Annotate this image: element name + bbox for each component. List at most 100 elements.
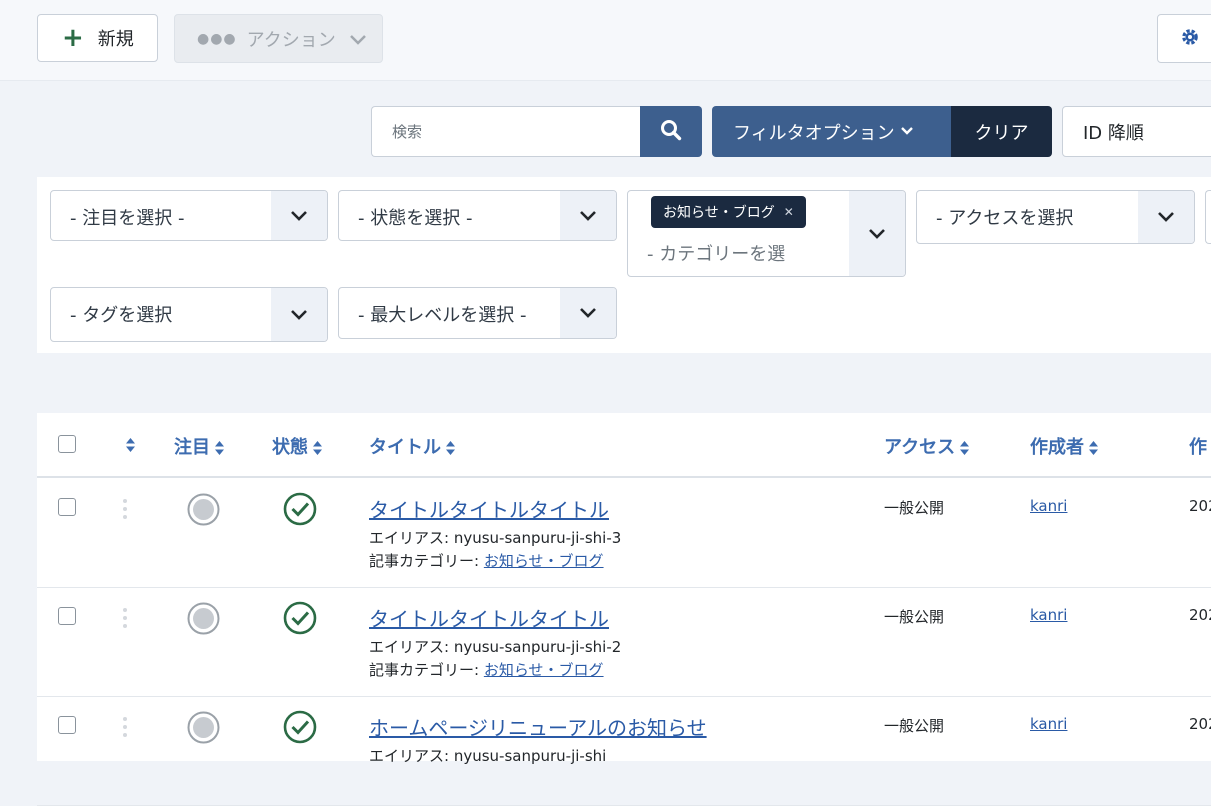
access-value: 一般公開 bbox=[884, 608, 945, 626]
status-filter-select[interactable]: - 状態を選択 - bbox=[338, 190, 617, 241]
search-button[interactable] bbox=[640, 106, 702, 157]
max-level-filter-value: - 最大レベルを選択 - bbox=[358, 305, 527, 326]
clear-label: クリア bbox=[974, 122, 1029, 144]
select-all-checkbox[interactable] bbox=[58, 435, 76, 453]
access-header-label: アクセス bbox=[884, 437, 956, 458]
row-checkbox[interactable] bbox=[58, 498, 76, 516]
status-header-label: 状態 bbox=[272, 437, 308, 458]
featured-sort-header[interactable]: 注目 bbox=[174, 433, 225, 459]
tag-filter-select[interactable]: - タグを選択 bbox=[50, 287, 328, 342]
created-date: 202 bbox=[1189, 715, 1211, 733]
category-chip-label: お知らせ・ブログ bbox=[663, 205, 775, 221]
close-icon[interactable]: ✕ bbox=[784, 205, 794, 219]
gear-icon bbox=[1180, 27, 1200, 51]
row-checkbox[interactable] bbox=[58, 716, 76, 734]
featured-filter-select[interactable]: - 注目を選択 - bbox=[50, 190, 328, 241]
alias-value: nyusu-sanpuru-ji-shi-3 bbox=[453, 529, 622, 547]
created-date: 202 bbox=[1189, 606, 1211, 624]
plus-icon: + bbox=[62, 23, 84, 53]
chevron-down-icon bbox=[849, 191, 905, 276]
author-sort-header[interactable]: 作成者 bbox=[1030, 433, 1099, 459]
access-value: 一般公開 bbox=[884, 499, 945, 517]
new-button[interactable]: + 新規 bbox=[37, 14, 158, 62]
sort-icon bbox=[1089, 441, 1098, 455]
article-title-link[interactable]: タイトルタイトルタイトル bbox=[369, 494, 609, 523]
articles-table: 注目 状態 タイトル アクセス 作成者 作 タイトルタイトルタイトル エイリアス… bbox=[37, 413, 1211, 806]
new-button-label: 新規 bbox=[97, 29, 134, 50]
category-search-placeholder[interactable]: - カテゴリーを選 bbox=[647, 240, 785, 266]
access-filter-value: - アクセスを選択 bbox=[936, 208, 1074, 229]
article-title-link[interactable]: ホームページリニューアルのお知らせ bbox=[369, 712, 707, 741]
author-header-label: 作成者 bbox=[1030, 437, 1084, 458]
chevron-down-icon bbox=[271, 288, 327, 341]
published-check-icon[interactable] bbox=[283, 710, 317, 744]
search-icon bbox=[660, 119, 682, 145]
alias-label: エイリアス: bbox=[369, 638, 450, 656]
author-link[interactable]: kanri bbox=[1030, 715, 1067, 733]
sort-icon bbox=[313, 441, 322, 455]
category-chip: お知らせ・ブログ ✕ bbox=[651, 196, 806, 228]
actions-dropdown[interactable]: ●●● アクション bbox=[174, 14, 383, 63]
row-checkbox[interactable] bbox=[58, 607, 76, 625]
access-sort-header[interactable]: アクセス bbox=[884, 433, 970, 459]
sort-select[interactable]: ID 降順 bbox=[1062, 106, 1211, 157]
unfeatured-toggle-icon[interactable] bbox=[187, 493, 220, 526]
published-check-icon[interactable] bbox=[283, 492, 317, 526]
article-category: 記事カテゴリー: お知らせ・ブログ bbox=[369, 550, 604, 571]
unfeatured-toggle-icon[interactable] bbox=[187, 711, 220, 744]
unfeatured-toggle-icon[interactable] bbox=[187, 602, 220, 635]
drag-handle-icon[interactable] bbox=[123, 499, 127, 519]
actions-label: アクション bbox=[246, 29, 336, 51]
table-row: ホームページリニューアルのお知らせ エイリアス: nyusu-sanpuru-j… bbox=[37, 696, 1211, 806]
language-filter-select[interactable] bbox=[1205, 190, 1211, 244]
created-sort-header[interactable]: 作 bbox=[1189, 433, 1207, 459]
author-link[interactable]: kanri bbox=[1030, 497, 1067, 515]
toolbar: + 新規 ●●● アクション bbox=[0, 0, 1211, 81]
category-label: 記事カテゴリー: bbox=[369, 661, 480, 679]
sort-icon bbox=[126, 438, 135, 452]
author-link[interactable]: kanri bbox=[1030, 606, 1067, 624]
category-link[interactable]: お知らせ・ブログ bbox=[484, 661, 604, 679]
created-header-label: 作 bbox=[1189, 437, 1207, 458]
ordering-sort-header[interactable] bbox=[121, 434, 136, 455]
drag-handle-icon[interactable] bbox=[123, 717, 127, 737]
chevron-down-icon bbox=[560, 191, 616, 240]
alias-label: エイリアス: bbox=[369, 529, 450, 547]
drag-handle-icon[interactable] bbox=[123, 608, 127, 628]
article-title-link[interactable]: タイトルタイトルタイトル bbox=[369, 603, 609, 632]
alias-value: nyusu-sanpuru-ji-shi-2 bbox=[453, 638, 622, 656]
sort-value: ID 降順 bbox=[1083, 122, 1144, 144]
sort-icon bbox=[446, 441, 455, 455]
featured-filter-value: - 注目を選択 - bbox=[70, 208, 185, 229]
category-link[interactable]: お知らせ・ブログ bbox=[484, 552, 604, 570]
tag-filter-value: - タグを選択 bbox=[70, 305, 173, 326]
sort-icon bbox=[215, 441, 224, 455]
clear-button[interactable]: クリア bbox=[951, 106, 1052, 157]
filter-options-label: フィルタオプション bbox=[733, 122, 895, 144]
table-row: タイトルタイトルタイトル エイリアス: nyusu-sanpuru-ji-shi… bbox=[37, 587, 1211, 697]
featured-header-label: 注目 bbox=[174, 437, 210, 458]
chevron-down-icon bbox=[271, 191, 327, 240]
ellipsis-icon: ●●● bbox=[197, 30, 237, 47]
filter-panel: - 注目を選択 - - 状態を選択 - お知らせ・ブログ ✕ - カテゴリーを選… bbox=[37, 177, 1211, 353]
published-check-icon[interactable] bbox=[283, 601, 317, 635]
filter-options-button[interactable]: フィルタオプション bbox=[712, 106, 951, 157]
category-filter-select[interactable]: お知らせ・ブログ ✕ - カテゴリーを選 bbox=[627, 190, 906, 277]
alias-value: nyusu-sanpuru-ji-shi bbox=[453, 747, 607, 765]
access-value: 一般公開 bbox=[884, 717, 945, 735]
article-alias: エイリアス: nyusu-sanpuru-ji-shi-2 bbox=[369, 636, 621, 657]
access-filter-select[interactable]: - アクセスを選択 bbox=[916, 190, 1195, 244]
chevron-down-icon bbox=[560, 288, 616, 338]
max-level-filter-select[interactable]: - 最大レベルを選択 - bbox=[338, 287, 617, 339]
alias-label: エイリアス: bbox=[369, 747, 450, 765]
title-header-label: タイトル bbox=[369, 437, 441, 458]
status-sort-header[interactable]: 状態 bbox=[272, 433, 323, 459]
chevron-down-icon bbox=[1138, 191, 1194, 243]
created-date: 202 bbox=[1189, 497, 1211, 515]
search-input[interactable] bbox=[371, 106, 641, 157]
options-button[interactable] bbox=[1157, 14, 1211, 63]
sort-icon bbox=[960, 441, 970, 455]
article-alias: エイリアス: nyusu-sanpuru-ji-shi-3 bbox=[369, 527, 621, 548]
article-alias: エイリアス: nyusu-sanpuru-ji-shi bbox=[369, 745, 606, 766]
title-sort-header[interactable]: タイトル bbox=[369, 433, 456, 459]
